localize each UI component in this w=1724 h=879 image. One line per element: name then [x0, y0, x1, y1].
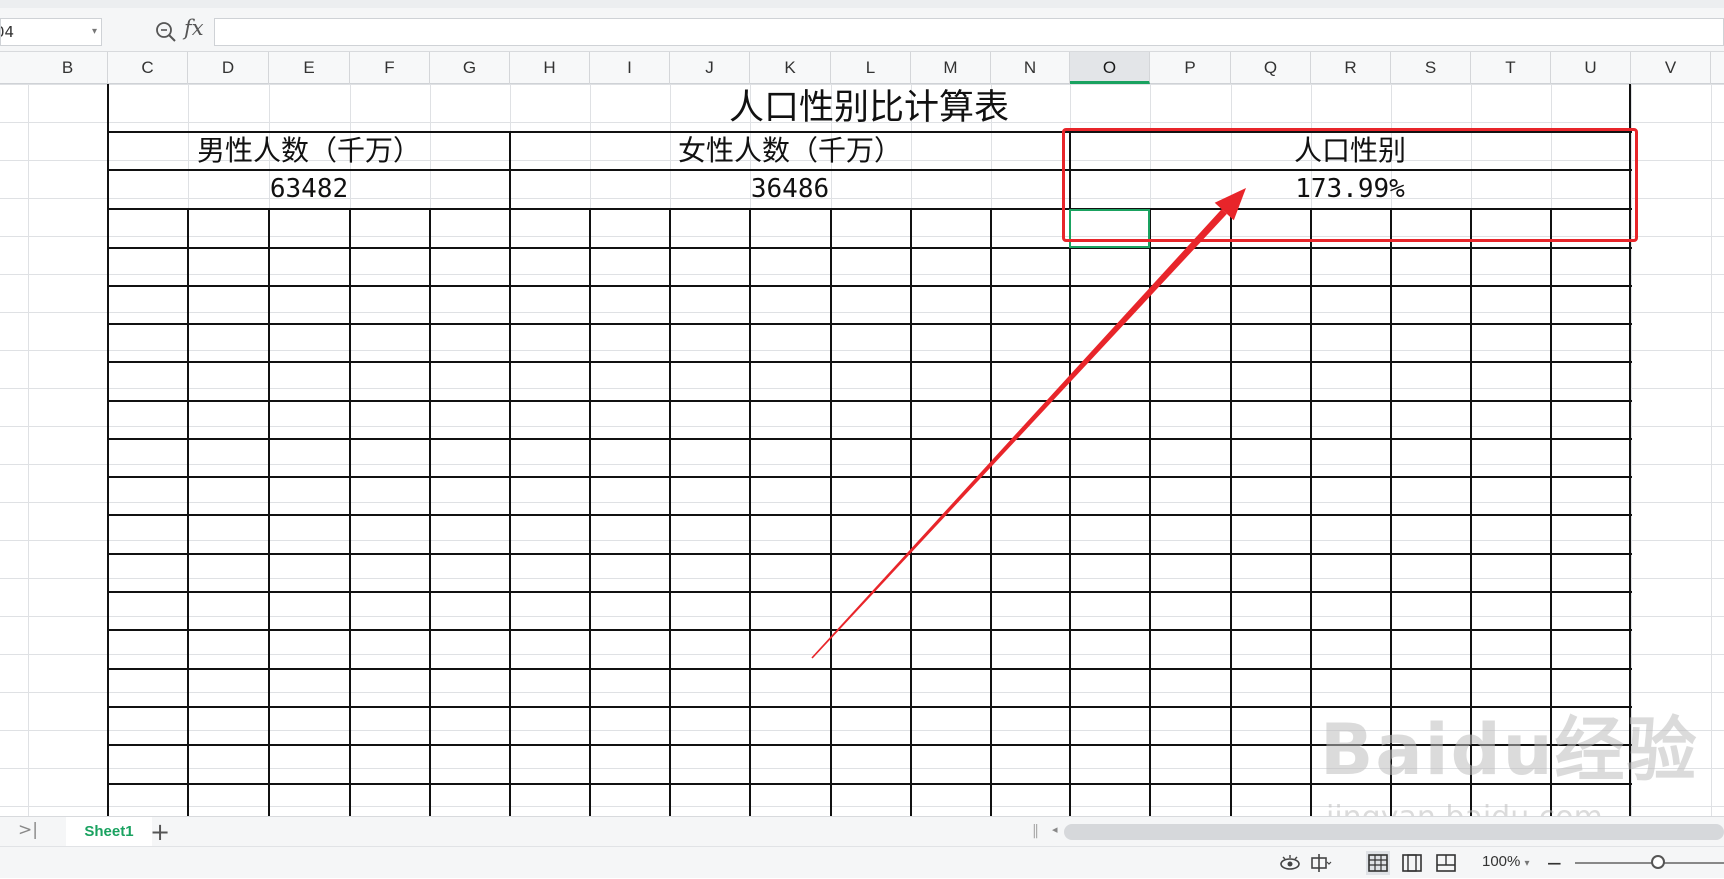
column-header-o[interactable]: O — [1070, 52, 1150, 84]
column-header-k[interactable]: K — [750, 52, 831, 84]
last-sheet-nav-icon[interactable]: >| — [18, 820, 38, 840]
zoom-level[interactable]: 100% ▾ — [1482, 853, 1530, 870]
column-header-g[interactable]: G — [430, 52, 510, 84]
normal-view-icon[interactable] — [1366, 851, 1390, 875]
watermark-logo: Baidu经验 — [1320, 709, 1699, 791]
sheet-tab-sheet1[interactable]: Sheet1 — [66, 817, 152, 847]
zoom-value: 100% — [1482, 853, 1521, 870]
zoom-in-icon[interactable] — [154, 20, 178, 44]
page-layout-icon[interactable] — [1400, 851, 1424, 875]
column-header-m[interactable]: M — [911, 52, 991, 84]
status-bar: 100% ▾ − — [0, 846, 1724, 878]
column-header-c[interactable]: C — [108, 52, 188, 84]
column-header-s[interactable]: S — [1391, 52, 1471, 84]
fx-icon[interactable]: fx — [184, 16, 204, 40]
zoom-slider-thumb[interactable] — [1651, 855, 1665, 869]
zoom-slider[interactable] — [1575, 862, 1724, 864]
annotation-arrow-shaft — [811, 209, 1227, 659]
column-header-b[interactable]: B — [28, 52, 108, 84]
sheet-grid[interactable]: 人口性别比计算表 男性人数（千万） 女性人数（千万） 人口性别 63482 36… — [0, 84, 1724, 835]
reading-mode-icon[interactable] — [1308, 851, 1332, 875]
eye-protection-icon[interactable] — [1278, 851, 1302, 875]
column-header: BCDEFGHIJKLMNOPQRSTUV — [0, 52, 1724, 84]
chevron-down-icon[interactable]: ▾ — [92, 19, 97, 45]
column-header-f[interactable]: F — [350, 52, 430, 84]
chevron-down-icon: ▾ — [1524, 858, 1530, 869]
column-header-j[interactable]: J — [670, 52, 750, 84]
column-header-p[interactable]: P — [1150, 52, 1231, 84]
column-header-l[interactable]: L — [831, 52, 911, 84]
column-header-i[interactable]: I — [590, 52, 670, 84]
column-header-r[interactable]: R — [1311, 52, 1391, 84]
horizontal-scrollbar[interactable] — [1064, 824, 1724, 840]
sheet-tabs-bar: >| Sheet1 + ‖ ◂ — [0, 816, 1724, 847]
scroll-left-icon[interactable]: ◂ — [1052, 823, 1058, 836]
formula-input[interactable] — [214, 18, 1724, 46]
page-break-preview-icon[interactable] — [1434, 851, 1458, 875]
name-box-value: 04 — [1, 23, 15, 41]
column-header-e[interactable]: E — [269, 52, 350, 84]
column-header-n[interactable]: N — [991, 52, 1070, 84]
scroll-split-handle[interactable]: ‖ — [1032, 823, 1039, 839]
zoom-out-button[interactable]: − — [1546, 851, 1563, 875]
column-header-d[interactable]: D — [188, 52, 269, 84]
column-header-v[interactable]: V — [1631, 52, 1711, 84]
column-header-q[interactable]: Q — [1231, 52, 1311, 84]
column-header-h[interactable]: H — [510, 52, 590, 84]
column-header-t[interactable]: T — [1471, 52, 1551, 84]
name-box[interactable]: 04 ▾ — [0, 18, 102, 46]
column-header-u[interactable]: U — [1551, 52, 1631, 84]
add-sheet-button[interactable]: + — [150, 817, 170, 847]
